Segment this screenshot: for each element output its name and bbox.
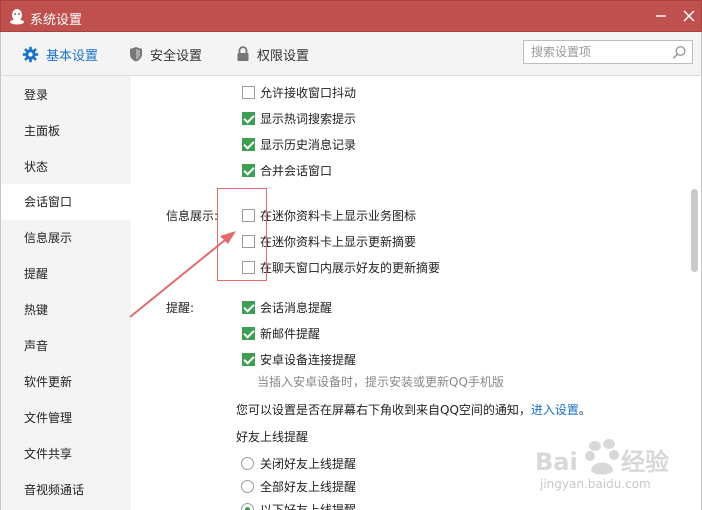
sidebar-item-info-display[interactable]: 信息展示: [1, 220, 132, 256]
radio-button[interactable]: [241, 503, 254, 510]
sidebar-item-status[interactable]: 状态: [1, 149, 132, 185]
sidebar-item-main-panel[interactable]: 主面板: [1, 113, 132, 149]
option-label: 安卓设备连接提醒: [260, 353, 357, 367]
option-label: 会话消息提醒: [260, 301, 333, 315]
tab-label: 权限设置: [257, 48, 310, 64]
option-session-message-remind[interactable]: 会话消息提醒: [242, 299, 332, 316]
android-hint-text: 当插入安卓设备时，提示安装或更新QQ手机版: [257, 375, 504, 389]
checkbox[interactable]: [242, 138, 255, 151]
content-scrollbar[interactable]: [689, 76, 702, 510]
gear-icon: [22, 46, 39, 62]
option-label: 在迷你资料卡上显示业务图标: [260, 209, 417, 223]
minimize-icon[interactable]: [655, 10, 667, 22]
option-label: 全部好友上线提醒: [260, 480, 357, 494]
sidebar-item-av-call[interactable]: 音视频通话: [1, 472, 132, 508]
option-label: 在聊天窗口内展示好友的更新摘要: [260, 261, 441, 275]
option-allow-window-shake[interactable]: 允许接收窗口抖动: [242, 84, 356, 101]
shield-icon: [130, 47, 142, 62]
checkbox[interactable]: [242, 86, 255, 99]
option-label: 允许接收窗口抖动: [260, 86, 357, 100]
search-icon[interactable]: [672, 45, 687, 60]
sidebar-item-remind[interactable]: 提醒: [1, 256, 132, 292]
option-new-mail-remind[interactable]: 新邮件提醒: [242, 325, 320, 342]
tab-label: 基本设置: [46, 48, 99, 64]
radio-all-friends-remind[interactable]: 全部好友上线提醒: [241, 478, 356, 495]
close-icon[interactable]: [682, 9, 696, 23]
option-label: 新邮件提醒: [260, 327, 321, 341]
option-mini-card-business-icon[interactable]: 在迷你资料卡上显示业务图标: [242, 207, 416, 224]
sidebar-item-file-management[interactable]: 文件管理: [1, 400, 132, 436]
annotation-highlight-box: [217, 188, 267, 281]
option-label: 以下好友上线提醒: [260, 503, 357, 510]
friend-online-heading: 好友上线提醒: [236, 430, 309, 444]
info-display-section-label: 信息展示:: [166, 209, 219, 223]
option-label: 显示热词搜索提示: [260, 112, 357, 126]
sidebar-item-software-update[interactable]: 软件更新: [1, 364, 132, 400]
radio-button[interactable]: [241, 457, 254, 470]
option-label: 显示历史消息记录: [260, 138, 357, 152]
enter-settings-link[interactable]: 进入设置: [531, 401, 579, 418]
option-merge-windows[interactable]: 合并会话窗口: [242, 162, 332, 179]
watermark-url: jingyan.baidu.com: [540, 477, 651, 491]
radio-selected-friends-remind[interactable]: 以下好友上线提醒: [241, 501, 356, 510]
checkbox[interactable]: [242, 327, 255, 340]
checkbox[interactable]: [242, 301, 255, 314]
tab-label: 安全设置: [150, 48, 203, 64]
radio-button[interactable]: [241, 480, 254, 493]
lock-icon: [237, 46, 249, 61]
option-mini-card-update-summary[interactable]: 在迷你资料卡上显示更新摘要: [242, 233, 416, 250]
option-history-messages[interactable]: 显示历史消息记录: [242, 136, 356, 153]
sidebar-item-session-window[interactable]: 会话窗口: [1, 184, 132, 220]
scrollbar-thumb[interactable]: [691, 189, 698, 272]
option-label: 关闭好友上线提醒: [260, 457, 357, 471]
tab-basic-settings[interactable]: 基本设置: [22, 44, 98, 64]
sidebar-item-hotkey[interactable]: 热键: [1, 292, 132, 328]
option-label: 在迷你资料卡上显示更新摘要: [260, 235, 417, 249]
search-input[interactable]: [524, 41, 664, 63]
option-label: 合并会话窗口: [260, 164, 333, 178]
option-chat-window-friend-updates[interactable]: 在聊天窗口内展示好友的更新摘要: [242, 259, 440, 276]
option-hot-word-hint[interactable]: 显示热词搜索提示: [242, 110, 356, 127]
qq-logo-icon: [10, 9, 24, 25]
sidebar-item-file-sharing[interactable]: 文件共享: [1, 436, 132, 472]
notice-text: 您可以设置是否在屏幕右下角收到来自QQ空间的通知，: [236, 403, 531, 417]
settings-sidebar: 登录 主面板 状态 会话窗口 信息展示 提醒 热键 声音 软件更新 文件管理 文…: [0, 76, 132, 510]
qzone-notice: 您可以设置是否在屏幕右下角收到来自QQ空间的通知， 进入设置。: [236, 401, 591, 418]
tab-permission-settings[interactable]: 权限设置: [236, 44, 309, 64]
svg-text:经验: 经验: [621, 448, 669, 476]
search-box[interactable]: [523, 40, 693, 64]
sidebar-item-sound[interactable]: 声音: [1, 328, 132, 364]
notice-end: 。: [578, 403, 591, 417]
checkbox[interactable]: [242, 112, 255, 125]
checkbox[interactable]: [242, 353, 255, 366]
checkbox[interactable]: [242, 164, 255, 177]
title-bar: 系统设置: [0, 0, 702, 32]
svg-text:Bai: Bai: [535, 448, 578, 476]
option-android-device-remind[interactable]: 安卓设备连接提醒: [242, 351, 356, 368]
tab-security-settings[interactable]: 安全设置: [129, 44, 202, 64]
window-title: 系统设置: [30, 13, 83, 28]
radio-disable-online-remind[interactable]: 关闭好友上线提醒: [241, 455, 356, 472]
sidebar-item-login[interactable]: 登录: [1, 77, 132, 113]
remind-section-label: 提醒:: [166, 301, 195, 315]
